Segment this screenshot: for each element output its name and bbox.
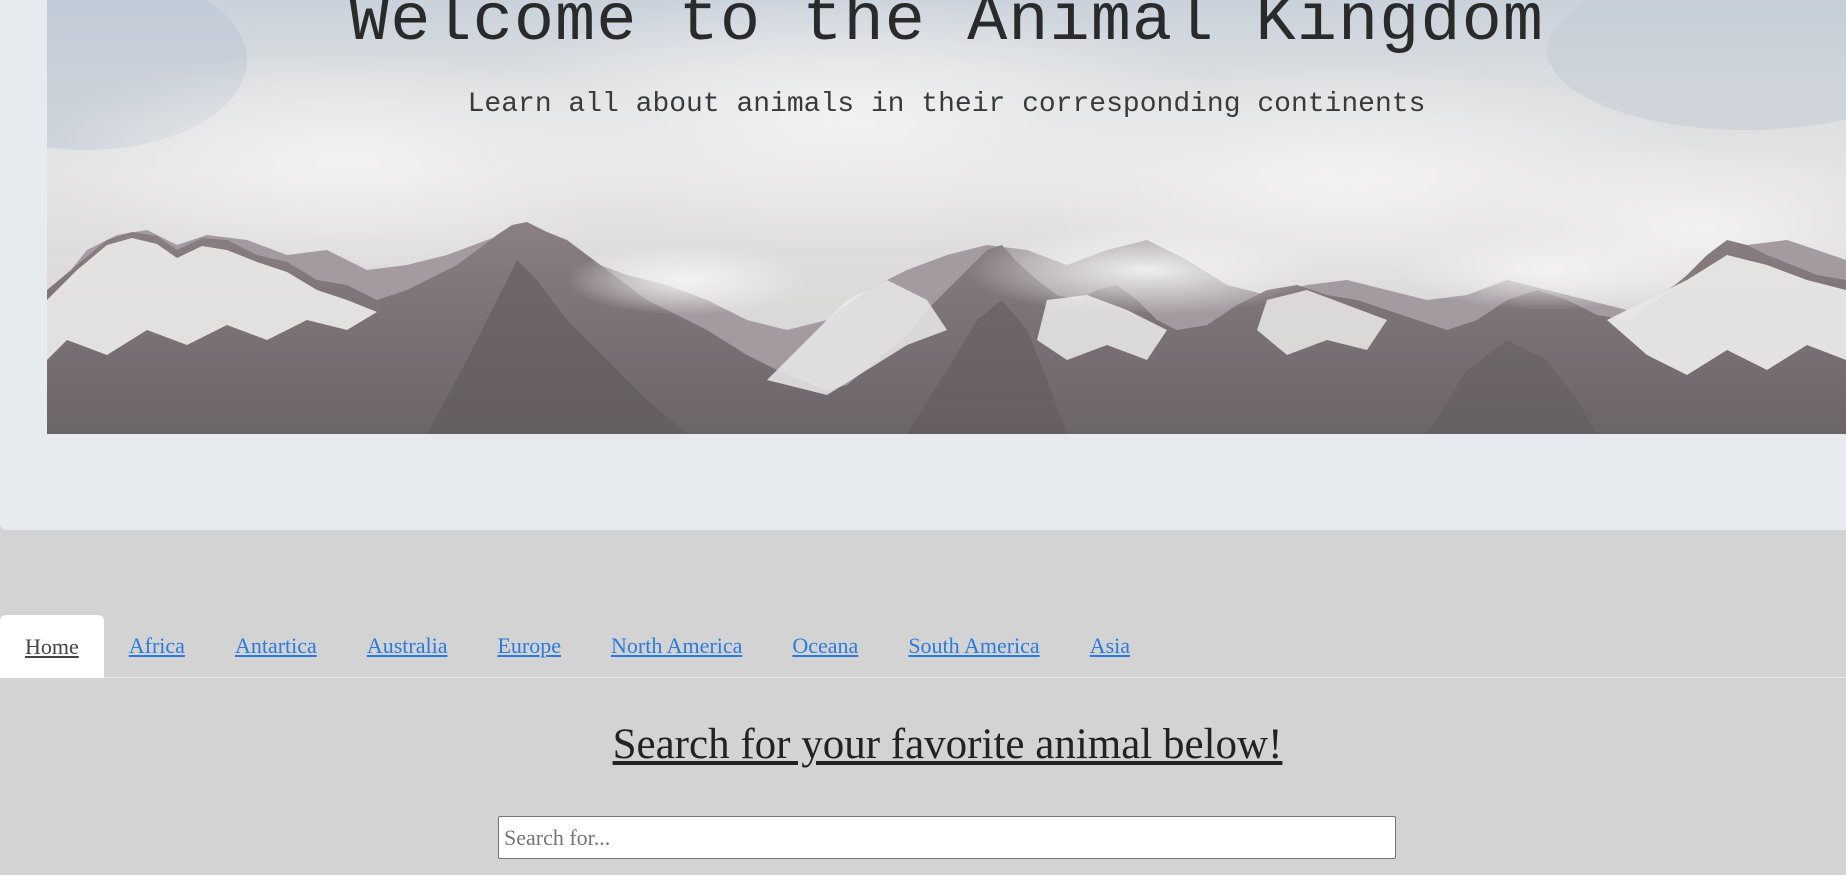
tab-antartica[interactable]: Antartica <box>210 615 342 677</box>
search-input[interactable] <box>498 816 1396 859</box>
mountain-landscape-image <box>47 0 1846 434</box>
continent-tabs: Home Africa Antartica Australia Europe N… <box>0 615 1846 678</box>
search-heading: Search for your favorite animal below! <box>612 721 1283 768</box>
tab-home[interactable]: Home <box>0 615 104 678</box>
tab-europe[interactable]: Europe <box>472 615 586 677</box>
page-title: Welcome to the Animal Kingdom <box>349 0 1544 60</box>
page-subtitle: Learn all about animals in their corresp… <box>467 89 1426 120</box>
tab-australia[interactable]: Australia <box>342 615 473 677</box>
tab-north-america[interactable]: North America <box>586 615 767 677</box>
tab-south-america[interactable]: South America <box>883 615 1064 677</box>
tab-africa[interactable]: Africa <box>104 615 210 677</box>
jumbotron: Welcome to the Animal Kingdom Learn all … <box>0 0 1846 530</box>
tab-oceana[interactable]: Oceana <box>767 615 883 677</box>
tab-asia[interactable]: Asia <box>1065 615 1155 677</box>
hero-banner: Welcome to the Animal Kingdom Learn all … <box>47 0 1846 434</box>
